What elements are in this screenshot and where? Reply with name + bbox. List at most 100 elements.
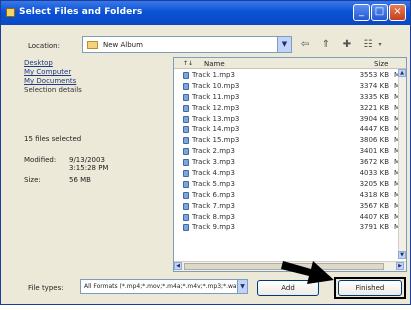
file-name: Track 9.mp3: [192, 223, 235, 232]
file-row[interactable]: Track 6.mp34318 KBMI: [174, 190, 406, 201]
scroll-right-icon[interactable]: ▶: [396, 262, 404, 270]
file-size: 4033 KB: [359, 169, 389, 178]
new-folder-icon[interactable]: ✚: [340, 38, 354, 51]
file-name: Track 1.mp3: [192, 71, 235, 79]
minimize-button[interactable]: _: [353, 4, 370, 21]
audio-file-icon: [183, 213, 189, 221]
file-row[interactable]: Track 7.mp33567 KBMI: [174, 201, 406, 212]
file-size: 3205 KB: [359, 179, 389, 188]
finished-button[interactable]: Finished: [338, 280, 402, 296]
file-name: Track 4.mp3: [192, 169, 235, 178]
file-size: 4318 KB: [359, 190, 389, 199]
column-header-size[interactable]: Size: [374, 60, 388, 68]
maximize-button[interactable]: □: [371, 4, 388, 21]
size-label: Size:: [24, 176, 41, 184]
file-list[interactable]: ↑↓ Name Size Track 1.mp33553 KBMITrack 1…: [173, 57, 407, 272]
file-name: Track 12.mp3: [192, 103, 240, 112]
file-size: 4407 KB: [359, 212, 389, 221]
audio-file-icon: [183, 148, 189, 156]
file-row[interactable]: Track 15.mp33806 KBMI: [174, 135, 406, 146]
title-bar[interactable]: Select Files and Folders _ □ ×: [1, 1, 410, 25]
my-computer-link[interactable]: My Computer: [24, 68, 164, 77]
audio-file-icon: [183, 159, 189, 167]
location-value: New Album: [103, 41, 143, 49]
file-row[interactable]: Track 2.mp33401 KBMI: [174, 146, 406, 157]
file-rows: Track 1.mp33553 KBMITrack 10.mp33374 KBM…: [174, 70, 406, 233]
chevron-down-icon[interactable]: ▾: [375, 38, 385, 51]
audio-file-icon: [183, 191, 189, 199]
window-title: Select Files and Folders: [19, 7, 143, 17]
file-size: 3672 KB: [359, 158, 389, 167]
file-types-label: File types:: [28, 284, 64, 292]
audio-file-icon: [183, 224, 189, 232]
back-arrow-icon[interactable]: ⇦: [298, 38, 312, 51]
file-size: 3904 KB: [359, 114, 389, 123]
file-name: Track 7.mp3: [192, 201, 235, 210]
list-header: ↑↓ Name Size: [174, 58, 406, 69]
column-header-name[interactable]: Name: [204, 60, 225, 68]
file-size: 3567 KB: [359, 201, 389, 210]
file-row[interactable]: Track 11.mp33335 KBMI: [174, 92, 406, 103]
file-name: Track 13.mp3: [192, 114, 240, 123]
file-name: Track 14.mp3: [192, 125, 240, 134]
audio-file-icon: [183, 126, 189, 134]
chevron-down-icon[interactable]: ▼: [237, 280, 247, 293]
file-size: 3401 KB: [359, 147, 389, 156]
file-row[interactable]: Track 9.mp33791 KBMI: [174, 222, 406, 233]
file-size: 3374 KB: [359, 81, 389, 90]
file-size: 3553 KB: [359, 71, 389, 79]
desktop-link[interactable]: Desktop: [24, 59, 164, 68]
file-row[interactable]: Track 12.mp33221 KBMI: [174, 103, 406, 114]
folder-icon: [87, 41, 98, 49]
file-name: Track 15.mp3: [192, 136, 240, 145]
file-name: Track 2.mp3: [192, 147, 235, 156]
file-name: Track 10.mp3: [192, 81, 240, 90]
up-folder-icon[interactable]: ⇑: [319, 38, 333, 51]
location-dropdown[interactable]: New Album ▼: [82, 36, 292, 53]
audio-file-icon: [183, 72, 189, 79]
chevron-down-icon[interactable]: ▼: [277, 37, 291, 52]
audio-file-icon: [183, 82, 189, 90]
location-label: Location:: [28, 42, 60, 50]
pointer-arrow-icon: [281, 261, 334, 284]
selected-count: 15 files selected: [24, 135, 82, 143]
scroll-up-icon[interactable]: ▲: [398, 69, 406, 77]
audio-file-icon: [183, 115, 189, 123]
my-documents-link[interactable]: My Documents: [24, 77, 164, 86]
vertical-scrollbar[interactable]: ▲ ▼: [398, 69, 406, 259]
folder-icon: [6, 8, 15, 17]
file-row[interactable]: Track 13.mp33904 KBMI: [174, 114, 406, 125]
file-name: Track 8.mp3: [192, 212, 235, 221]
close-button[interactable]: ×: [389, 4, 406, 21]
file-types-dropdown[interactable]: All Formats (*.mp4;*.mov;*.m4a;*.m4v;*.m…: [80, 279, 248, 294]
select-files-dialog: Select Files and Folders _ □ × Location:…: [0, 0, 411, 305]
audio-file-icon: [183, 93, 189, 101]
file-row[interactable]: Track 4.mp34033 KBMI: [174, 168, 406, 179]
audio-file-icon: [183, 170, 189, 178]
file-size: 3221 KB: [359, 103, 389, 112]
file-row[interactable]: Track 10.mp33374 KBMI: [174, 81, 406, 92]
file-row[interactable]: Track 8.mp34407 KBMI: [174, 212, 406, 223]
file-name: Track 5.mp3: [192, 179, 235, 188]
places-pane: Desktop My Computer My Documents Selecti…: [24, 59, 164, 259]
file-size: 3791 KB: [359, 223, 389, 232]
file-row[interactable]: Track 3.mp33672 KBMI: [174, 157, 406, 168]
file-row[interactable]: Track 14.mp34447 KBMI: [174, 124, 406, 135]
modified-label: Modified:: [24, 156, 57, 164]
file-size: 3806 KB: [359, 136, 389, 145]
file-name: Track 3.mp3: [192, 158, 235, 167]
modified-value: 9/13/2003 3:15:28 PM: [69, 156, 109, 172]
file-size: 4447 KB: [359, 125, 389, 134]
view-menu-icon[interactable]: ☷: [361, 38, 375, 51]
file-types-value: All Formats (*.mp4;*.mov;*.m4a;*.m4v;*.m…: [84, 283, 243, 290]
file-row[interactable]: Track 5.mp33205 KBMI: [174, 179, 406, 190]
scroll-down-icon[interactable]: ▼: [398, 251, 406, 259]
file-size: 3335 KB: [359, 92, 389, 101]
file-row[interactable]: Track 1.mp33553 KBMI: [174, 70, 406, 81]
size-value: 56 MB: [69, 176, 91, 184]
audio-file-icon: [183, 202, 189, 210]
file-name: Track 11.mp3: [192, 92, 240, 101]
audio-file-icon: [183, 180, 189, 188]
file-name: Track 6.mp3: [192, 190, 235, 199]
scroll-left-icon[interactable]: ◀: [174, 262, 182, 270]
